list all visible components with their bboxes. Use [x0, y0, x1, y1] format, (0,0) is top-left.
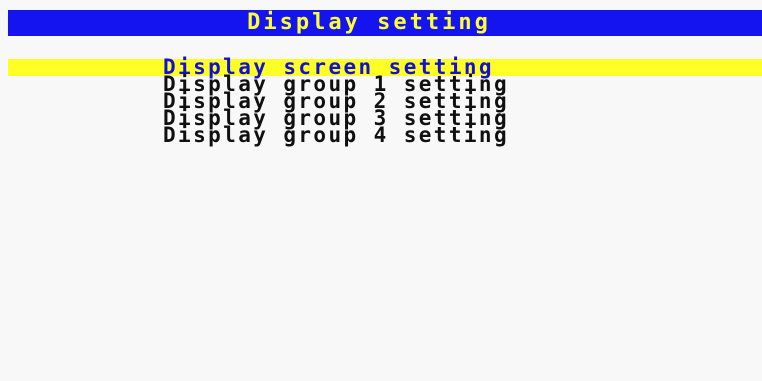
title-bar: Display setting — [8, 10, 762, 36]
display-setting-screen: Display setting Display screen setting D… — [0, 0, 762, 381]
menu-item-display-group-4-setting[interactable]: Display group 4 setting — [8, 125, 762, 146]
settings-menu: Display screen setting Display group 1 s… — [8, 57, 762, 146]
page-title: Display setting — [247, 10, 491, 35]
